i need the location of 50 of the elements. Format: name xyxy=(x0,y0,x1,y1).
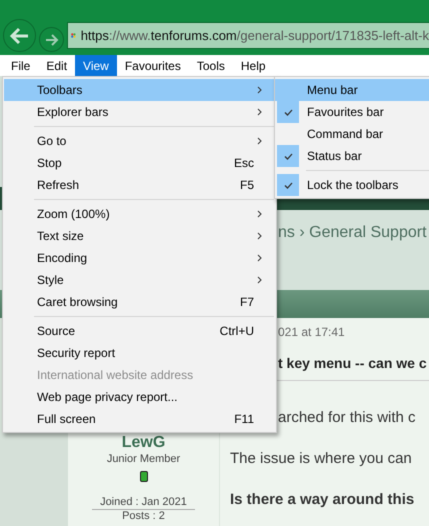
post-text: Is there a way around this xyxy=(230,491,414,508)
menu-title[interactable]: File xyxy=(3,55,38,76)
check-icon xyxy=(284,182,292,188)
breadcrumb[interactable]: ns › General Support xyxy=(278,224,427,241)
chevron-right-icon xyxy=(257,254,262,262)
menu-item[interactable]: Caret browsing F7 xyxy=(4,291,274,313)
menu-item[interactable]: Source Ctrl+U xyxy=(4,320,274,342)
menu-item[interactable]: Lock the toolbars xyxy=(275,174,429,196)
menu-item[interactable]: Zoom (100%) xyxy=(4,203,274,225)
post-text: arched for this with c xyxy=(278,409,416,426)
chevron-right-icon xyxy=(257,108,262,116)
post-title: t key menu -- can we c xyxy=(278,355,427,371)
chevron-right-icon xyxy=(257,210,262,218)
right-arrow-icon xyxy=(44,34,58,46)
menu-item[interactable]: Toolbars xyxy=(4,79,274,101)
check-icon xyxy=(284,152,292,160)
joined-date: Joined : Jan 2021 xyxy=(92,496,195,510)
menu-item[interactable]: Menu bar xyxy=(275,79,429,101)
menu-title[interactable]: Help xyxy=(232,55,274,76)
chevron-right-icon xyxy=(257,276,262,284)
menu-item[interactable]: Text size xyxy=(4,225,274,247)
user-name[interactable]: LewG xyxy=(122,434,166,452)
address-field[interactable]: https://www.tenforums.com/general-support/171835-left-alt-k xyxy=(67,22,429,49)
post-count: Posts : 2 xyxy=(122,510,165,522)
post-text: The issue is where you can xyxy=(230,450,412,467)
menu-item[interactable]: Go to xyxy=(4,130,274,152)
menu-item[interactable]: Favourites bar xyxy=(275,101,429,123)
menu-title[interactable]: Favourites xyxy=(116,55,189,76)
menu-item[interactable]: Full screen F11 xyxy=(4,408,274,430)
menu-item[interactable]: Style xyxy=(4,269,274,291)
chevron-right-icon xyxy=(257,86,262,94)
left-arrow-icon xyxy=(10,26,30,44)
menu-item[interactable]: Web page privacy report... xyxy=(4,386,274,408)
menu-item[interactable]: Stop Esc xyxy=(4,152,274,174)
menu-title[interactable]: Edit xyxy=(38,55,76,76)
menu-item[interactable]: Status bar xyxy=(275,145,429,167)
menu-title[interactable]: Tools xyxy=(188,55,233,76)
chevron-right-icon xyxy=(257,137,262,145)
chevron-right-icon xyxy=(257,232,262,240)
user-rank: Junior Member xyxy=(106,453,180,465)
menu-item[interactable]: Refresh F5 xyxy=(4,174,274,196)
menu-title[interactable]: View xyxy=(75,55,117,76)
forward-button[interactable] xyxy=(39,27,64,52)
menu-item[interactable]: Security report xyxy=(4,342,274,364)
back-button[interactable] xyxy=(3,19,36,52)
post-date: 021 at 17:41 xyxy=(278,325,345,339)
menu-item[interactable]: Encoding xyxy=(4,247,274,269)
check-icon xyxy=(284,108,292,116)
menu-item[interactable]: Explorer bars xyxy=(4,101,274,123)
menu-item[interactable]: Command bar xyxy=(275,123,429,145)
